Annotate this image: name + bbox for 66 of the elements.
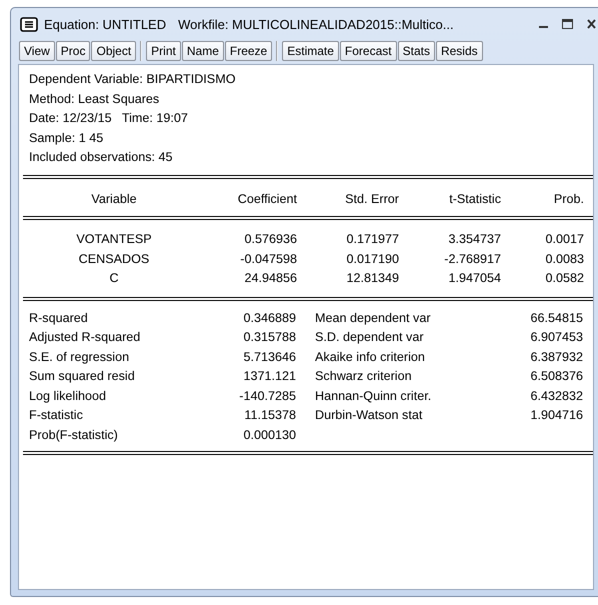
output-line: Date: 12/23/15 Time: 19:07: [29, 110, 189, 126]
output-line: Method: Least Squares: [29, 90, 160, 107]
toolbar-button[interactable]: Name: [182, 41, 224, 61]
toolbar-button[interactable]: Stats: [398, 41, 435, 61]
column-header: t-Statistic: [448, 190, 501, 207]
stat-value: 1.904716: [529, 407, 583, 424]
stat-value: 1371.121: [242, 368, 296, 384]
maximize-icon[interactable]: [562, 19, 573, 29]
output-line: Included observations: 45: [29, 149, 174, 166]
table-cell-text: CENSADOS: [78, 250, 150, 267]
stat-label: Hannan-Quinn criter.: [314, 388, 432, 404]
toolbar-button[interactable]: Resids: [436, 41, 483, 61]
table-cell-text: C: [108, 270, 120, 286]
toolbar-button[interactable]: Freeze: [224, 41, 272, 61]
stat-label: Sum squared resid: [29, 368, 136, 384]
toolbar-button[interactable]: View: [19, 41, 55, 61]
column-header: Coefficient: [236, 190, 297, 207]
table-cell-text: 3.354737: [447, 231, 501, 248]
table-cell-text: 12.81349: [345, 270, 399, 286]
column-header: Prob.: [552, 190, 584, 207]
stat-value: -140.7285: [238, 388, 296, 404]
stat-label: S.D. dependent var: [314, 329, 425, 346]
column-header: Std. Error: [344, 190, 399, 207]
stat-label: Schwarz criterion: [314, 368, 413, 384]
stat-label: Prob(F-statistic): [29, 426, 119, 443]
table-cell-text: 0.0083: [544, 250, 584, 267]
stat-value: 6.432832: [529, 388, 583, 404]
toolbar-button[interactable]: Forecast: [340, 41, 397, 61]
stat-value: 0.000130: [242, 426, 296, 443]
table-cell-text: VOTANTESP: [75, 231, 153, 248]
stat-value: 6.508376: [529, 368, 583, 384]
stat-value: 11.15378: [243, 407, 296, 424]
table-cell-text: 24.94856: [243, 270, 297, 286]
output-line: Dependent Variable: BIPARTIDISMO: [29, 71, 236, 88]
table-cell-text: 0.017190: [345, 250, 399, 267]
window-title: Equation: UNTITLED: [44, 16, 166, 32]
stat-value: 5.713646: [242, 348, 296, 365]
stat-value: 66.54815: [529, 310, 583, 326]
toolbar-button[interactable]: Estimate: [282, 41, 339, 61]
column-header: Variable: [90, 190, 138, 207]
stat-label: Durbin-Watson stat: [314, 407, 424, 424]
stat-label: Mean dependent var: [314, 310, 432, 326]
table-cell-text: 0.0582: [544, 270, 584, 286]
stat-label: Akaike info criterion: [314, 348, 426, 365]
stat-label: F-statistic: [29, 407, 84, 424]
table-cell-text: -2.768917: [443, 250, 501, 267]
toolbar-button[interactable]: Object: [91, 41, 136, 61]
output-line: Sample: 1 45: [29, 130, 104, 146]
stat-label: R-squared: [29, 310, 89, 326]
workfile-title: Workfile: MULTICOLINEALIDAD2015::Multico...: [178, 16, 454, 32]
stat-value: 0.346889: [242, 310, 296, 326]
window-menu-icon[interactable]: [20, 16, 38, 32]
stat-value: 6.907453: [529, 329, 583, 346]
stat-label: Adjusted R-squared: [29, 329, 142, 346]
close-icon[interactable]: [587, 19, 596, 29]
table-cell-text: 0.0017: [544, 231, 584, 248]
stat-label: Log likelihood: [29, 388, 108, 404]
table-cell-text: 1.947054: [447, 270, 501, 286]
toolbar-button[interactable]: Proc: [56, 41, 90, 61]
stat-label: S.E. of regression: [29, 348, 130, 365]
stat-value: 6.387932: [529, 348, 583, 365]
table-cell-text: 0.171977: [345, 231, 399, 248]
table-cell-text: -0.047598: [239, 250, 297, 267]
toolbar-button[interactable]: Print: [146, 41, 181, 61]
table-cell-text: 0.576936: [243, 231, 297, 248]
stat-value: 0.315788: [242, 329, 296, 346]
